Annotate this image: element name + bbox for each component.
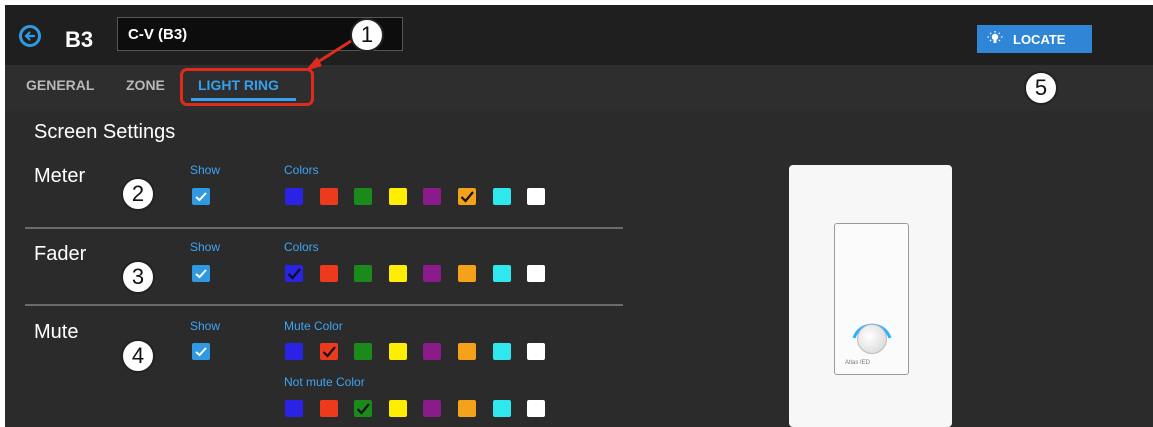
callout-badge-5: 5 [1024, 71, 1058, 105]
color-swatch[interactable] [354, 400, 373, 417]
check-icon [195, 269, 207, 279]
color-swatch[interactable] [285, 188, 303, 205]
color-swatch[interactable] [388, 188, 407, 205]
color-swatch[interactable] [457, 400, 476, 417]
fader-colors-label: Colors [284, 240, 319, 254]
color-swatch[interactable] [492, 400, 511, 417]
mute-show-checkbox[interactable] [192, 343, 210, 360]
color-swatch[interactable] [319, 265, 338, 282]
volume-knob [857, 324, 887, 354]
color-swatch[interactable] [388, 343, 407, 360]
meter-label: Meter [34, 165, 86, 187]
mute-label: Mute [34, 321, 79, 343]
meter-color-swatches [285, 188, 562, 205]
meter-colors-label: Colors [284, 163, 319, 177]
meter-show-label: Show [190, 163, 221, 177]
fader-show-checkbox[interactable] [192, 265, 210, 282]
color-swatch[interactable] [492, 265, 511, 282]
color-swatch[interactable] [423, 188, 442, 205]
color-swatch[interactable] [319, 400, 338, 417]
color-swatch[interactable] [527, 400, 546, 417]
color-swatch[interactable] [319, 343, 338, 360]
keypad-faceplate: Atlas IED [834, 223, 909, 375]
mute-show-label: Show [190, 319, 221, 333]
color-swatch[interactable] [457, 188, 476, 205]
color-swatch[interactable] [319, 188, 338, 205]
check-icon [195, 347, 207, 357]
divider [25, 227, 623, 229]
callout-badge-3: 3 [121, 260, 155, 294]
not-mute-color-label: Not mute Color [284, 375, 365, 389]
color-swatch[interactable] [388, 265, 407, 282]
fader-label: Fader [34, 243, 87, 265]
color-swatch[interactable] [423, 400, 442, 417]
mute-color-swatches [285, 343, 562, 360]
divider [25, 304, 623, 306]
color-swatch[interactable] [423, 343, 442, 360]
check-icon [460, 191, 474, 203]
fader-show-label: Show [190, 240, 221, 254]
fader-color-swatches [285, 265, 562, 282]
callout-badge-1: 1 [350, 18, 384, 52]
callout-badge-4: 4 [121, 339, 155, 373]
color-swatch[interactable] [527, 343, 546, 360]
color-swatch[interactable] [285, 400, 303, 417]
color-swatch[interactable] [354, 265, 373, 282]
check-icon [195, 192, 207, 202]
meter-show-checkbox[interactable] [192, 188, 210, 205]
callout-arrow [305, 39, 352, 71]
color-swatch[interactable] [285, 265, 303, 282]
device-preview: Atlas IED [789, 165, 952, 427]
color-swatch[interactable] [527, 265, 546, 282]
brand-logo: Atlas IED [845, 360, 871, 366]
mute-color-label: Mute Color [284, 319, 343, 333]
check-icon [287, 268, 301, 280]
check-icon [356, 403, 371, 415]
app-window: B3 LOCATE GENERAL ZONE LIGHT RING 1 5 Sc… [5, 5, 1153, 427]
callout-badge-2: 2 [121, 177, 155, 211]
color-swatch[interactable] [527, 188, 546, 205]
color-swatch[interactable] [457, 265, 476, 282]
color-swatch[interactable] [285, 343, 303, 360]
not-mute-color-swatches [285, 400, 562, 417]
color-swatch[interactable] [354, 343, 373, 360]
color-swatch[interactable] [423, 265, 442, 282]
color-swatch[interactable] [492, 188, 511, 205]
color-swatch[interactable] [354, 188, 373, 205]
color-swatch[interactable] [492, 343, 511, 360]
color-swatch[interactable] [457, 343, 476, 360]
check-icon [322, 346, 336, 358]
section-title: Screen Settings [34, 121, 176, 143]
color-swatch[interactable] [388, 400, 407, 417]
